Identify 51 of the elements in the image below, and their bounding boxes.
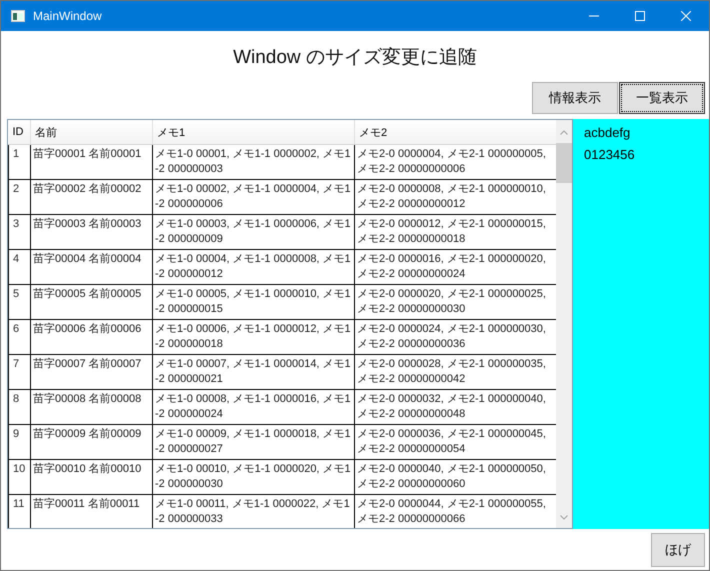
table-cell: 11 bbox=[8, 494, 30, 528]
table-cell: 2 bbox=[8, 180, 30, 214]
table-cell: メモ1-0 00008, メモ1-1 0000016, メモ1-2 000000024 bbox=[152, 390, 354, 424]
hoge-button[interactable]: ほげ bbox=[651, 533, 705, 567]
table-cell: 苗字00005 名前00005 bbox=[30, 284, 152, 320]
table-cell: メモ1-0 00004, メモ1-1 0000008, メモ1-2 000000012 bbox=[152, 250, 354, 284]
column-header[interactable]: 名前 bbox=[30, 120, 152, 144]
close-icon[interactable] bbox=[681, 11, 691, 21]
table-cell: メモ1-0 00003, メモ1-1 0000006, メモ1-2 000000009 bbox=[152, 214, 354, 250]
table-cell: 苗字00008 名前00008 bbox=[30, 390, 152, 424]
maximize-icon[interactable] bbox=[635, 11, 645, 21]
window-icon bbox=[11, 10, 25, 22]
panel-text: acbdefg bbox=[584, 125, 632, 142]
scrollbar[interactable] bbox=[556, 120, 572, 528]
column-header[interactable]: メモ1 bbox=[152, 120, 354, 144]
table-cell: 苗字00010 名前00010 bbox=[30, 460, 152, 494]
table-cell: 8 bbox=[8, 390, 30, 424]
table-cell: 苗字00002 名前00002 bbox=[30, 180, 152, 214]
table-cell: 9 bbox=[8, 424, 30, 460]
column-header[interactable]: ID bbox=[8, 120, 30, 144]
table-cell: 苗字00004 名前00004 bbox=[30, 250, 152, 284]
table-cell: 苗字00006 名前00006 bbox=[30, 320, 152, 354]
table-cell: 苗字00009 名前00009 bbox=[30, 424, 152, 460]
scroll-up-icon[interactable] bbox=[560, 130, 568, 135]
table-cell: メモ1-0 00007, メモ1-1 0000014, メモ1-2 000000021 bbox=[152, 354, 354, 390]
table-cell: 苗字00011 名前00011 bbox=[30, 494, 152, 528]
table-cell: 3 bbox=[8, 214, 30, 250]
table-cell: メモ1-0 00009, メモ1-1 0000018, メモ1-2 000000027 bbox=[152, 424, 354, 460]
table-cell: 7 bbox=[8, 354, 30, 390]
window-title: MainWindow bbox=[33, 9, 103, 23]
toggle-view-button[interactable]: 一覧表示 bbox=[619, 82, 705, 114]
table-cell: メモ1-0 00001, メモ1-1 0000002, メモ1-2 000000003 bbox=[152, 144, 354, 180]
table-cell: メモ1-0 00011, メモ1-1 0000022, メモ1-2 000000033 bbox=[152, 494, 354, 528]
table-cell: 4 bbox=[8, 250, 30, 284]
scroll-down-icon[interactable] bbox=[560, 515, 568, 520]
table-cell: メモ1-0 00002, メモ1-1 0000004, メモ1-2 000000006 bbox=[152, 180, 354, 214]
table-cell: 苗字00007 名前00007 bbox=[30, 354, 152, 390]
table-cell: メモ1-0 00010, メモ1-1 0000020, メモ1-2 000000030 bbox=[152, 460, 354, 494]
table-cell: メモ1-0 00006, メモ1-1 0000012, メモ1-2 000000018 bbox=[152, 320, 354, 354]
table-cell: 10 bbox=[8, 460, 30, 494]
table-cell: 1 bbox=[8, 144, 30, 180]
table-cell: 苗字00001 名前00001 bbox=[30, 144, 152, 180]
panel-text: 0123456 bbox=[584, 147, 636, 164]
table-cell: 5 bbox=[8, 284, 30, 320]
table-cell: 苗字00003 名前00003 bbox=[30, 214, 152, 250]
table-cell: メモ1-0 00005, メモ1-1 0000010, メモ1-2 000000015 bbox=[152, 284, 354, 320]
table-cell: 6 bbox=[8, 320, 30, 354]
heading: Window のサイズ変更に追随 bbox=[233, 46, 477, 70]
scroll-thumb[interactable] bbox=[556, 143, 572, 183]
toggle-view-button[interactable]: 情報表示 bbox=[532, 82, 618, 114]
column-header[interactable]: メモ2 bbox=[354, 120, 556, 144]
